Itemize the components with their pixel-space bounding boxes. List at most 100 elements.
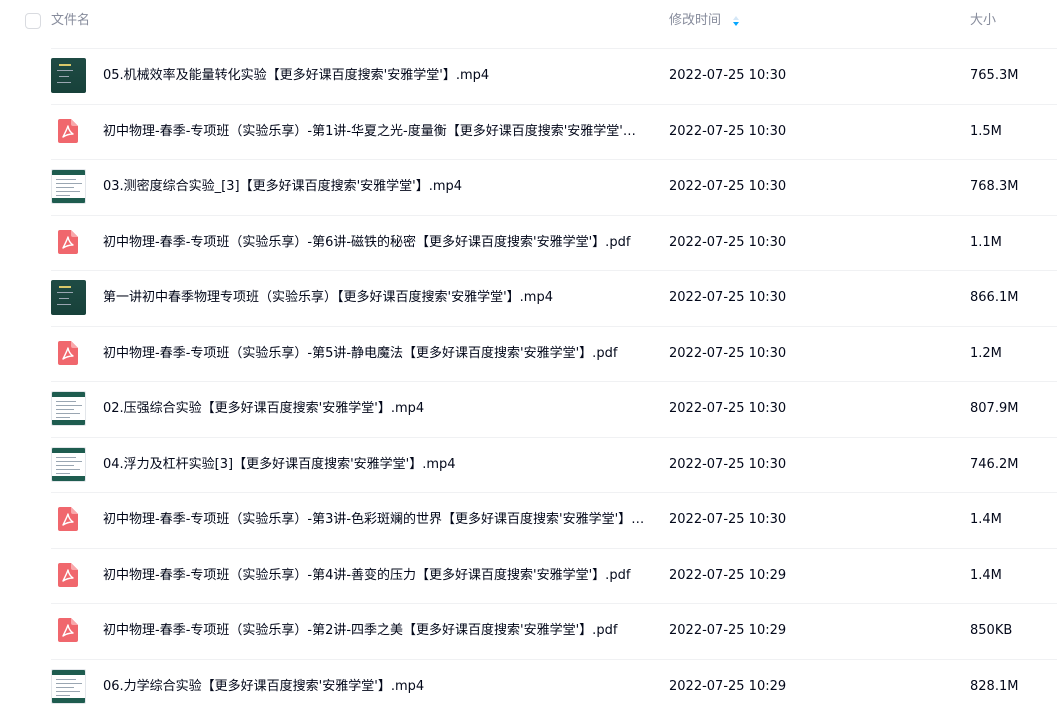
video-thumbnail[interactable] xyxy=(51,446,86,482)
row-divider xyxy=(51,325,1057,327)
file-size: 1.2M xyxy=(970,345,1002,361)
row-divider xyxy=(51,103,1057,105)
thumbnail-detail xyxy=(52,447,85,453)
file-name[interactable]: 初中物理-春季-专项班（实验乐享）-第2讲-四季之美【更多好课百度搜索'安雅学堂… xyxy=(103,622,648,639)
row-divider xyxy=(51,658,1057,660)
file-name[interactable]: 06.力学综合实验【更多好课百度搜索'安雅学堂'】.mp4 xyxy=(103,678,648,695)
thumbnail-detail xyxy=(59,76,69,77)
file-row[interactable]: 05.机械效率及能量转化实验【更多好课百度搜索'安雅学堂'】.mp4 2022-0… xyxy=(0,48,1057,103)
file-size: 850KB xyxy=(970,623,1013,638)
thumbnail-detail xyxy=(52,475,85,481)
file-name[interactable]: 05.机械效率及能量转化实验【更多好课百度搜索'安雅学堂'】.mp4 xyxy=(103,67,648,84)
row-divider xyxy=(51,270,1057,271)
file-row[interactable]: 初中物理-春季-专项班（实验乐享）-第1讲-华夏之光-度量衡【更多好课百度搜索'… xyxy=(0,103,1057,159)
thumbnail-detail xyxy=(56,460,82,462)
file-name[interactable]: 初中物理-春季-专项班（实验乐享）-第1讲-华夏之光-度量衡【更多好课百度搜索'… xyxy=(103,123,648,140)
file-row[interactable]: 03.测密度综合实验_[3]【更多好课百度搜索'安雅学堂'】.mp4 2022-0… xyxy=(0,159,1057,214)
file-list-header: 文件名 修改时间 大小 xyxy=(0,0,1057,48)
thumbnail-detail xyxy=(56,682,82,684)
file-modified-time: 2022-07-25 10:30 xyxy=(669,123,787,139)
thumbnail-detail xyxy=(57,292,73,293)
thumbnail-detail xyxy=(56,694,70,696)
column-header-modified-time[interactable]: 修改时间 xyxy=(669,13,721,29)
file-name[interactable]: 第一讲初中春季物理专项班（实验乐享）【更多好课百度搜索'安雅学堂'】.mp4 xyxy=(103,289,648,306)
thumbnail-detail xyxy=(57,70,73,71)
column-header-name[interactable]: 文件名 xyxy=(51,13,90,29)
pdf-icon xyxy=(58,340,78,365)
file-modified-time: 2022-07-25 10:30 xyxy=(669,290,787,305)
file-name[interactable]: 初中物理-春季-专项班（实验乐享）-第6讲-磁铁的秘密【更多好课百度搜索'安雅学… xyxy=(103,234,648,251)
column-header-size[interactable]: 大小 xyxy=(970,13,996,29)
file-modified-time: 2022-07-25 10:30 xyxy=(669,179,787,194)
thumbnail-detail xyxy=(56,472,70,474)
thumbnail-detail xyxy=(56,183,82,184)
thumbnail-detail xyxy=(56,401,76,402)
thumbnail-detail xyxy=(56,191,80,192)
file-name[interactable]: 04.浮力及杠杆实验[3]【更多好课百度搜索'安雅学堂'】.mp4 xyxy=(103,456,648,473)
file-name[interactable]: 03.测密度综合实验_[3]【更多好课百度搜索'安雅学堂'】.mp4 xyxy=(103,178,648,195)
thumbnail-detail xyxy=(56,195,70,196)
file-size: 807.9M xyxy=(970,401,1019,416)
thumbnail-detail xyxy=(56,690,80,692)
thumbnail-detail xyxy=(56,468,80,470)
thumbnail-detail xyxy=(56,464,74,466)
video-thumbnail[interactable] xyxy=(51,280,86,315)
thumbnail-detail xyxy=(56,686,74,688)
file-size: 1.1M xyxy=(970,234,1002,250)
file-row[interactable]: 04.浮力及杠杆实验[3]【更多好课百度搜索'安雅学堂'】.mp4 2022-07… xyxy=(0,436,1057,492)
file-row[interactable]: 初中物理-春季-专项班（实验乐享）-第4讲-善变的压力【更多好课百度搜索'安雅学… xyxy=(0,547,1057,603)
pdf-icon xyxy=(58,618,78,642)
sort-descending-icon[interactable] xyxy=(731,13,741,29)
file-row[interactable]: 初中物理-春季-专项班（实验乐享）-第3讲-色彩斑斓的世界【更多好课百度搜索'安… xyxy=(0,492,1057,547)
file-size: 746.2M xyxy=(970,456,1019,472)
file-size: 828.1M xyxy=(970,678,1019,694)
file-modified-time: 2022-07-25 10:30 xyxy=(669,512,787,527)
file-size: 1.5M xyxy=(970,123,1002,139)
pdf-icon xyxy=(58,229,78,254)
file-row[interactable]: 初中物理-春季-专项班（实验乐享）-第6讲-磁铁的秘密【更多好课百度搜索'安雅学… xyxy=(0,214,1057,270)
file-size: 866.1M xyxy=(970,290,1019,305)
thumbnail-detail xyxy=(59,64,71,66)
file-row[interactable]: 06.力学综合实验【更多好课百度搜索'安雅学堂'】.mp4 2022-07-25 … xyxy=(0,658,1057,714)
thumbnail-detail xyxy=(52,170,85,175)
thumbnail-detail xyxy=(59,286,71,288)
file-modified-time: 2022-07-25 10:30 xyxy=(669,401,787,416)
row-divider xyxy=(51,159,1057,160)
row-divider xyxy=(51,214,1057,216)
thumbnail-detail xyxy=(56,678,76,680)
file-modified-time: 2022-07-25 10:30 xyxy=(669,456,787,472)
file-modified-time: 2022-07-25 10:30 xyxy=(669,345,787,361)
file-row[interactable]: 初中物理-春季-专项班（实验乐享）-第5讲-静电魔法【更多好课百度搜索'安雅学堂… xyxy=(0,325,1057,381)
thumbnail-detail xyxy=(57,82,71,83)
select-all-checkbox[interactable] xyxy=(25,13,41,29)
pdf-icon xyxy=(58,507,78,531)
row-divider xyxy=(51,381,1057,382)
thumbnail-detail xyxy=(56,179,76,180)
file-name[interactable]: 初中物理-春季-专项班（实验乐享）-第3讲-色彩斑斓的世界【更多好课百度搜索'安… xyxy=(103,511,648,528)
file-row[interactable]: 第一讲初中春季物理专项班（实验乐享）【更多好课百度搜索'安雅学堂'】.mp4 20… xyxy=(0,270,1057,325)
thumbnail-detail xyxy=(52,697,85,703)
file-modified-time: 2022-07-25 10:29 xyxy=(669,678,787,694)
thumbnail-detail xyxy=(52,420,85,425)
thumbnail-detail xyxy=(56,409,74,410)
file-name[interactable]: 02.压强综合实验【更多好课百度搜索'安雅学堂'】.mp4 xyxy=(103,400,648,417)
file-name[interactable]: 初中物理-春季-专项班（实验乐享）-第5讲-静电魔法【更多好课百度搜索'安雅学堂… xyxy=(103,345,648,362)
file-size: 1.4M xyxy=(970,512,1002,527)
pdf-icon xyxy=(58,118,78,143)
video-thumbnail[interactable] xyxy=(51,169,86,204)
thumbnail-detail xyxy=(56,456,76,458)
video-thumbnail[interactable] xyxy=(51,668,86,704)
file-row[interactable]: 初中物理-春季-专项班（实验乐享）-第2讲-四季之美【更多好课百度搜索'安雅学堂… xyxy=(0,603,1057,658)
thumbnail-detail xyxy=(59,298,69,299)
video-thumbnail[interactable] xyxy=(51,58,86,93)
thumbnail-detail xyxy=(56,187,74,188)
thumbnail-detail xyxy=(52,669,85,675)
file-size: 768.3M xyxy=(970,179,1019,194)
file-modified-time: 2022-07-25 10:30 xyxy=(669,234,787,250)
video-thumbnail[interactable] xyxy=(51,391,86,426)
file-name[interactable]: 初中物理-春季-专项班（实验乐享）-第4讲-善变的压力【更多好课百度搜索'安雅学… xyxy=(103,567,648,584)
row-divider xyxy=(51,48,1057,49)
pdf-icon xyxy=(58,562,78,587)
file-row[interactable]: 02.压强综合实验【更多好课百度搜索'安雅学堂'】.mp4 2022-07-25 … xyxy=(0,381,1057,436)
file-modified-time: 2022-07-25 10:29 xyxy=(669,623,787,638)
